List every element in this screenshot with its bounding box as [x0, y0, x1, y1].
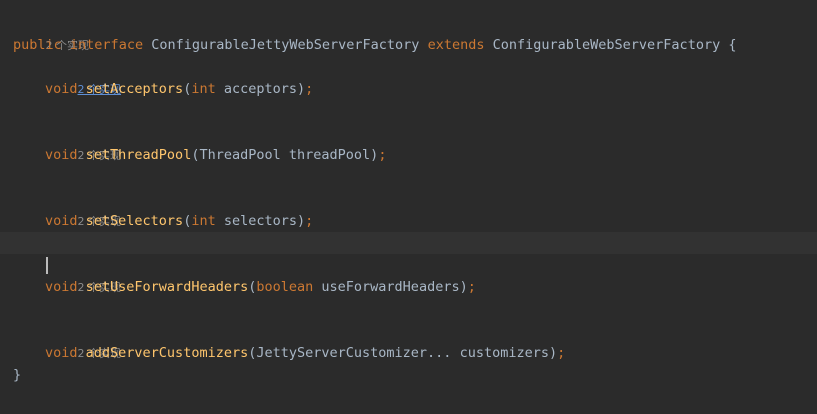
- semicolon: ;: [305, 213, 314, 229]
- method-line: void setUseForwardHeaders(boolean useFor…: [0, 276, 817, 298]
- code-line: 2 个实现: [0, 122, 817, 162]
- close-paren: ): [297, 81, 306, 97]
- param-type-keyword: boolean: [256, 279, 314, 295]
- param-type-keyword: int: [191, 81, 216, 97]
- semicolon: ;: [467, 279, 476, 295]
- code-line: 2 个实现: [0, 254, 817, 294]
- semicolon: ;: [557, 345, 566, 361]
- param-name: customizers: [459, 345, 549, 361]
- param-name: selectors: [223, 213, 298, 229]
- interface-name[interactable]: ConfigurableJettyWebServerFactory: [151, 37, 419, 53]
- method-line: void addServerCustomizers(JettyServerCus…: [0, 342, 817, 364]
- method-name[interactable]: setSelectors: [86, 213, 184, 229]
- close-paren: ): [297, 213, 306, 229]
- method-line: void setAcceptors(int acceptors);: [0, 78, 817, 100]
- method-name[interactable]: setAcceptors: [86, 81, 184, 97]
- method-line: void setThreadPool(ThreadPool threadPool…: [0, 144, 817, 166]
- closing-brace-line: }: [0, 364, 817, 386]
- semicolon: ;: [305, 81, 314, 97]
- param-name: acceptors: [223, 81, 298, 97]
- extends-keyword: extends: [427, 37, 485, 53]
- param-type[interactable]: JettyServerCustomizer...: [256, 345, 451, 361]
- method-name[interactable]: addServerCustomizers: [86, 345, 249, 361]
- interface-keyword: interface: [69, 37, 144, 53]
- close-brace: }: [13, 367, 22, 383]
- param-name: threadPool: [288, 147, 371, 163]
- return-type: void: [45, 345, 78, 361]
- close-paren: ): [459, 279, 468, 295]
- param-type[interactable]: ThreadPool: [199, 147, 280, 163]
- interface-declaration-line: public interface ConfigurableJettyWebSer…: [0, 34, 817, 56]
- method-line: void setSelectors(int selectors);: [0, 210, 817, 232]
- current-line-highlight[interactable]: [0, 232, 817, 274]
- code-line: 2 个实现: [0, 12, 817, 52]
- return-type: void: [45, 213, 78, 229]
- close-paren: ): [548, 345, 558, 361]
- return-type: void: [45, 147, 78, 163]
- code-line: 2 个实现: [0, 320, 817, 360]
- return-type: void: [45, 279, 78, 295]
- param-type-keyword: int: [191, 213, 216, 229]
- semicolon: ;: [378, 147, 387, 163]
- code-line: 2 个实现: [0, 56, 817, 96]
- method-name[interactable]: setThreadPool: [86, 147, 192, 163]
- method-name[interactable]: setUseForwardHeaders: [86, 279, 249, 295]
- parent-interface-name[interactable]: ConfigurableWebServerFactory: [493, 37, 721, 53]
- code-editor[interactable]: 2 个实现 public interface ConfigurableJetty…: [0, 0, 817, 414]
- param-name: useForwardHeaders: [321, 279, 460, 295]
- public-keyword: public: [13, 37, 62, 53]
- code-line: 2 个实现: [0, 188, 817, 228]
- return-type: void: [45, 81, 78, 97]
- open-brace: {: [728, 37, 737, 53]
